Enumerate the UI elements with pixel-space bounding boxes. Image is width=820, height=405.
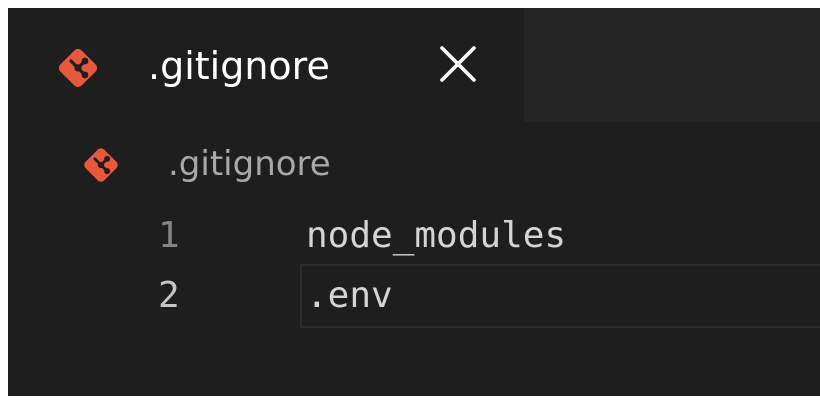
code-line-text[interactable]: .env xyxy=(306,272,393,320)
tab-strip: .gitignore xyxy=(8,8,820,122)
line-number: 1 xyxy=(158,215,180,256)
code-line-text[interactable]: node_modules xyxy=(306,212,566,260)
code-line[interactable]: 2 .env xyxy=(8,264,820,320)
breadcrumb[interactable]: .gitignore xyxy=(8,122,820,202)
close-icon[interactable] xyxy=(436,42,480,86)
git-icon xyxy=(54,44,102,92)
breadcrumb-file-label[interactable]: .gitignore xyxy=(168,142,331,186)
git-icon xyxy=(80,144,122,186)
tab-label: .gitignore xyxy=(148,44,330,88)
code-editor[interactable]: 1 node_modules 2 .env xyxy=(8,202,820,396)
line-number: 2 xyxy=(158,275,180,316)
editor-window: .gitignore .gitignore 1 node_modules 2 .… xyxy=(8,8,820,396)
code-line[interactable]: 1 node_modules xyxy=(8,204,820,260)
tab-gitignore[interactable]: .gitignore xyxy=(8,8,524,122)
